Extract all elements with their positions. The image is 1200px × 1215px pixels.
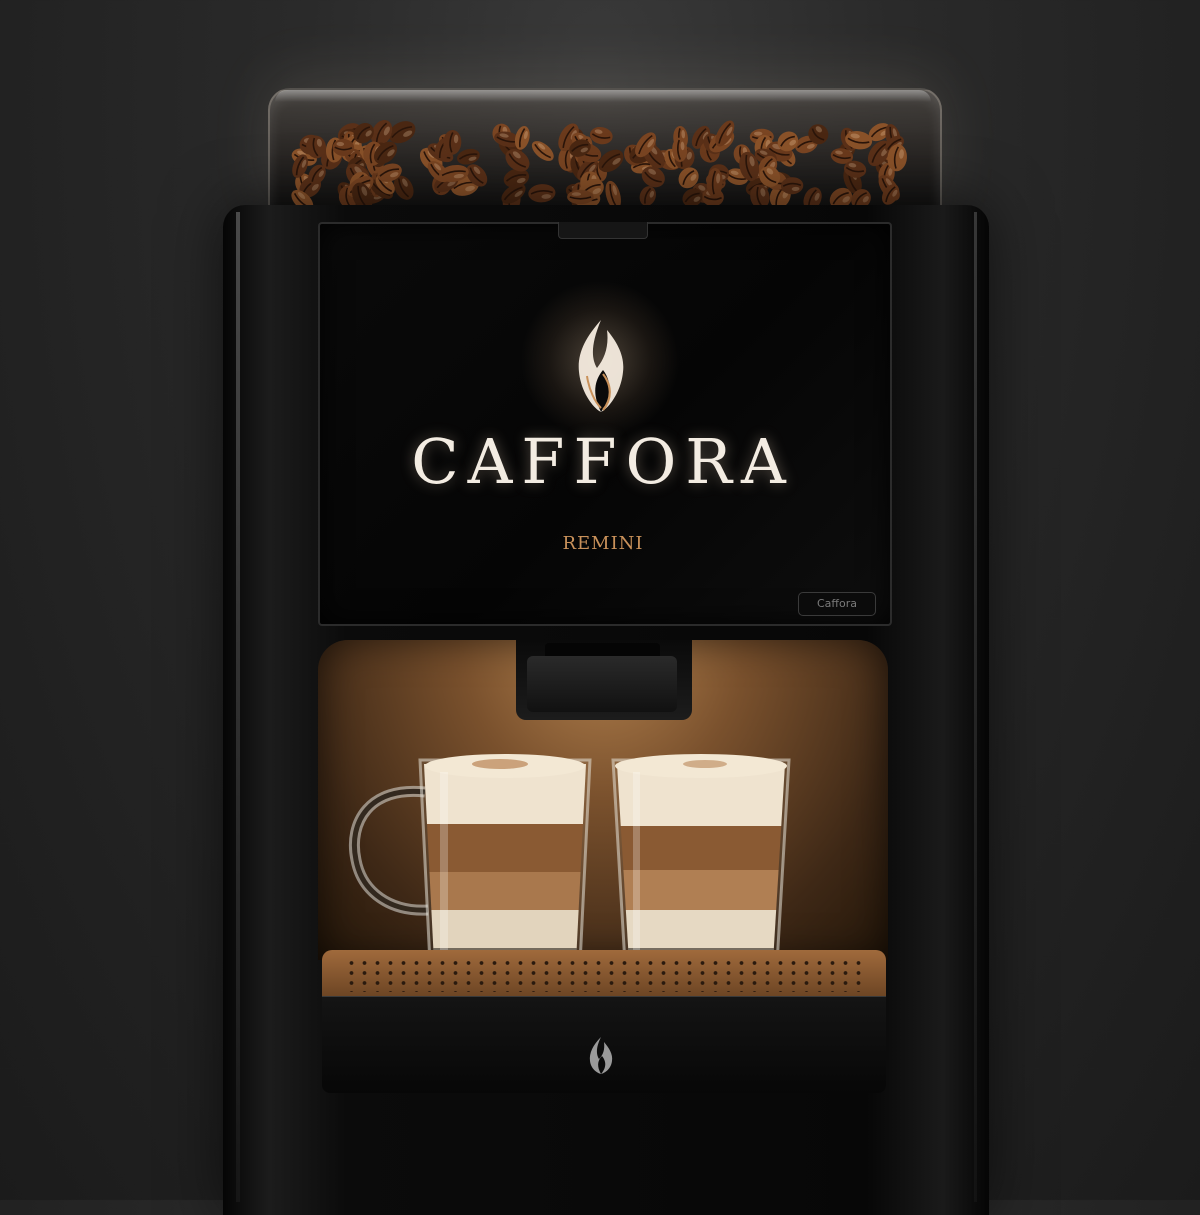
model-name: REMINI [562, 533, 644, 554]
hopper-rim [275, 90, 931, 102]
panel-release-tab[interactable] [558, 222, 648, 239]
panel-badge: Caffora [798, 592, 876, 616]
body-highlight [236, 212, 240, 1202]
coffee-bean [589, 126, 613, 145]
drip-tray-grate [345, 958, 863, 992]
bean-hopper [268, 88, 942, 214]
coffee-bean [567, 189, 594, 205]
coffee-beans [291, 119, 907, 212]
brand-name: CAFFORA [411, 425, 795, 498]
flame-leaf-icon[interactable] [583, 1035, 619, 1075]
flame-leaf-icon [578, 320, 624, 412]
body-highlight-right [974, 212, 977, 1202]
spout-nozzle [527, 656, 677, 712]
coffee-bean [531, 141, 554, 161]
coffee-bean [528, 184, 556, 203]
